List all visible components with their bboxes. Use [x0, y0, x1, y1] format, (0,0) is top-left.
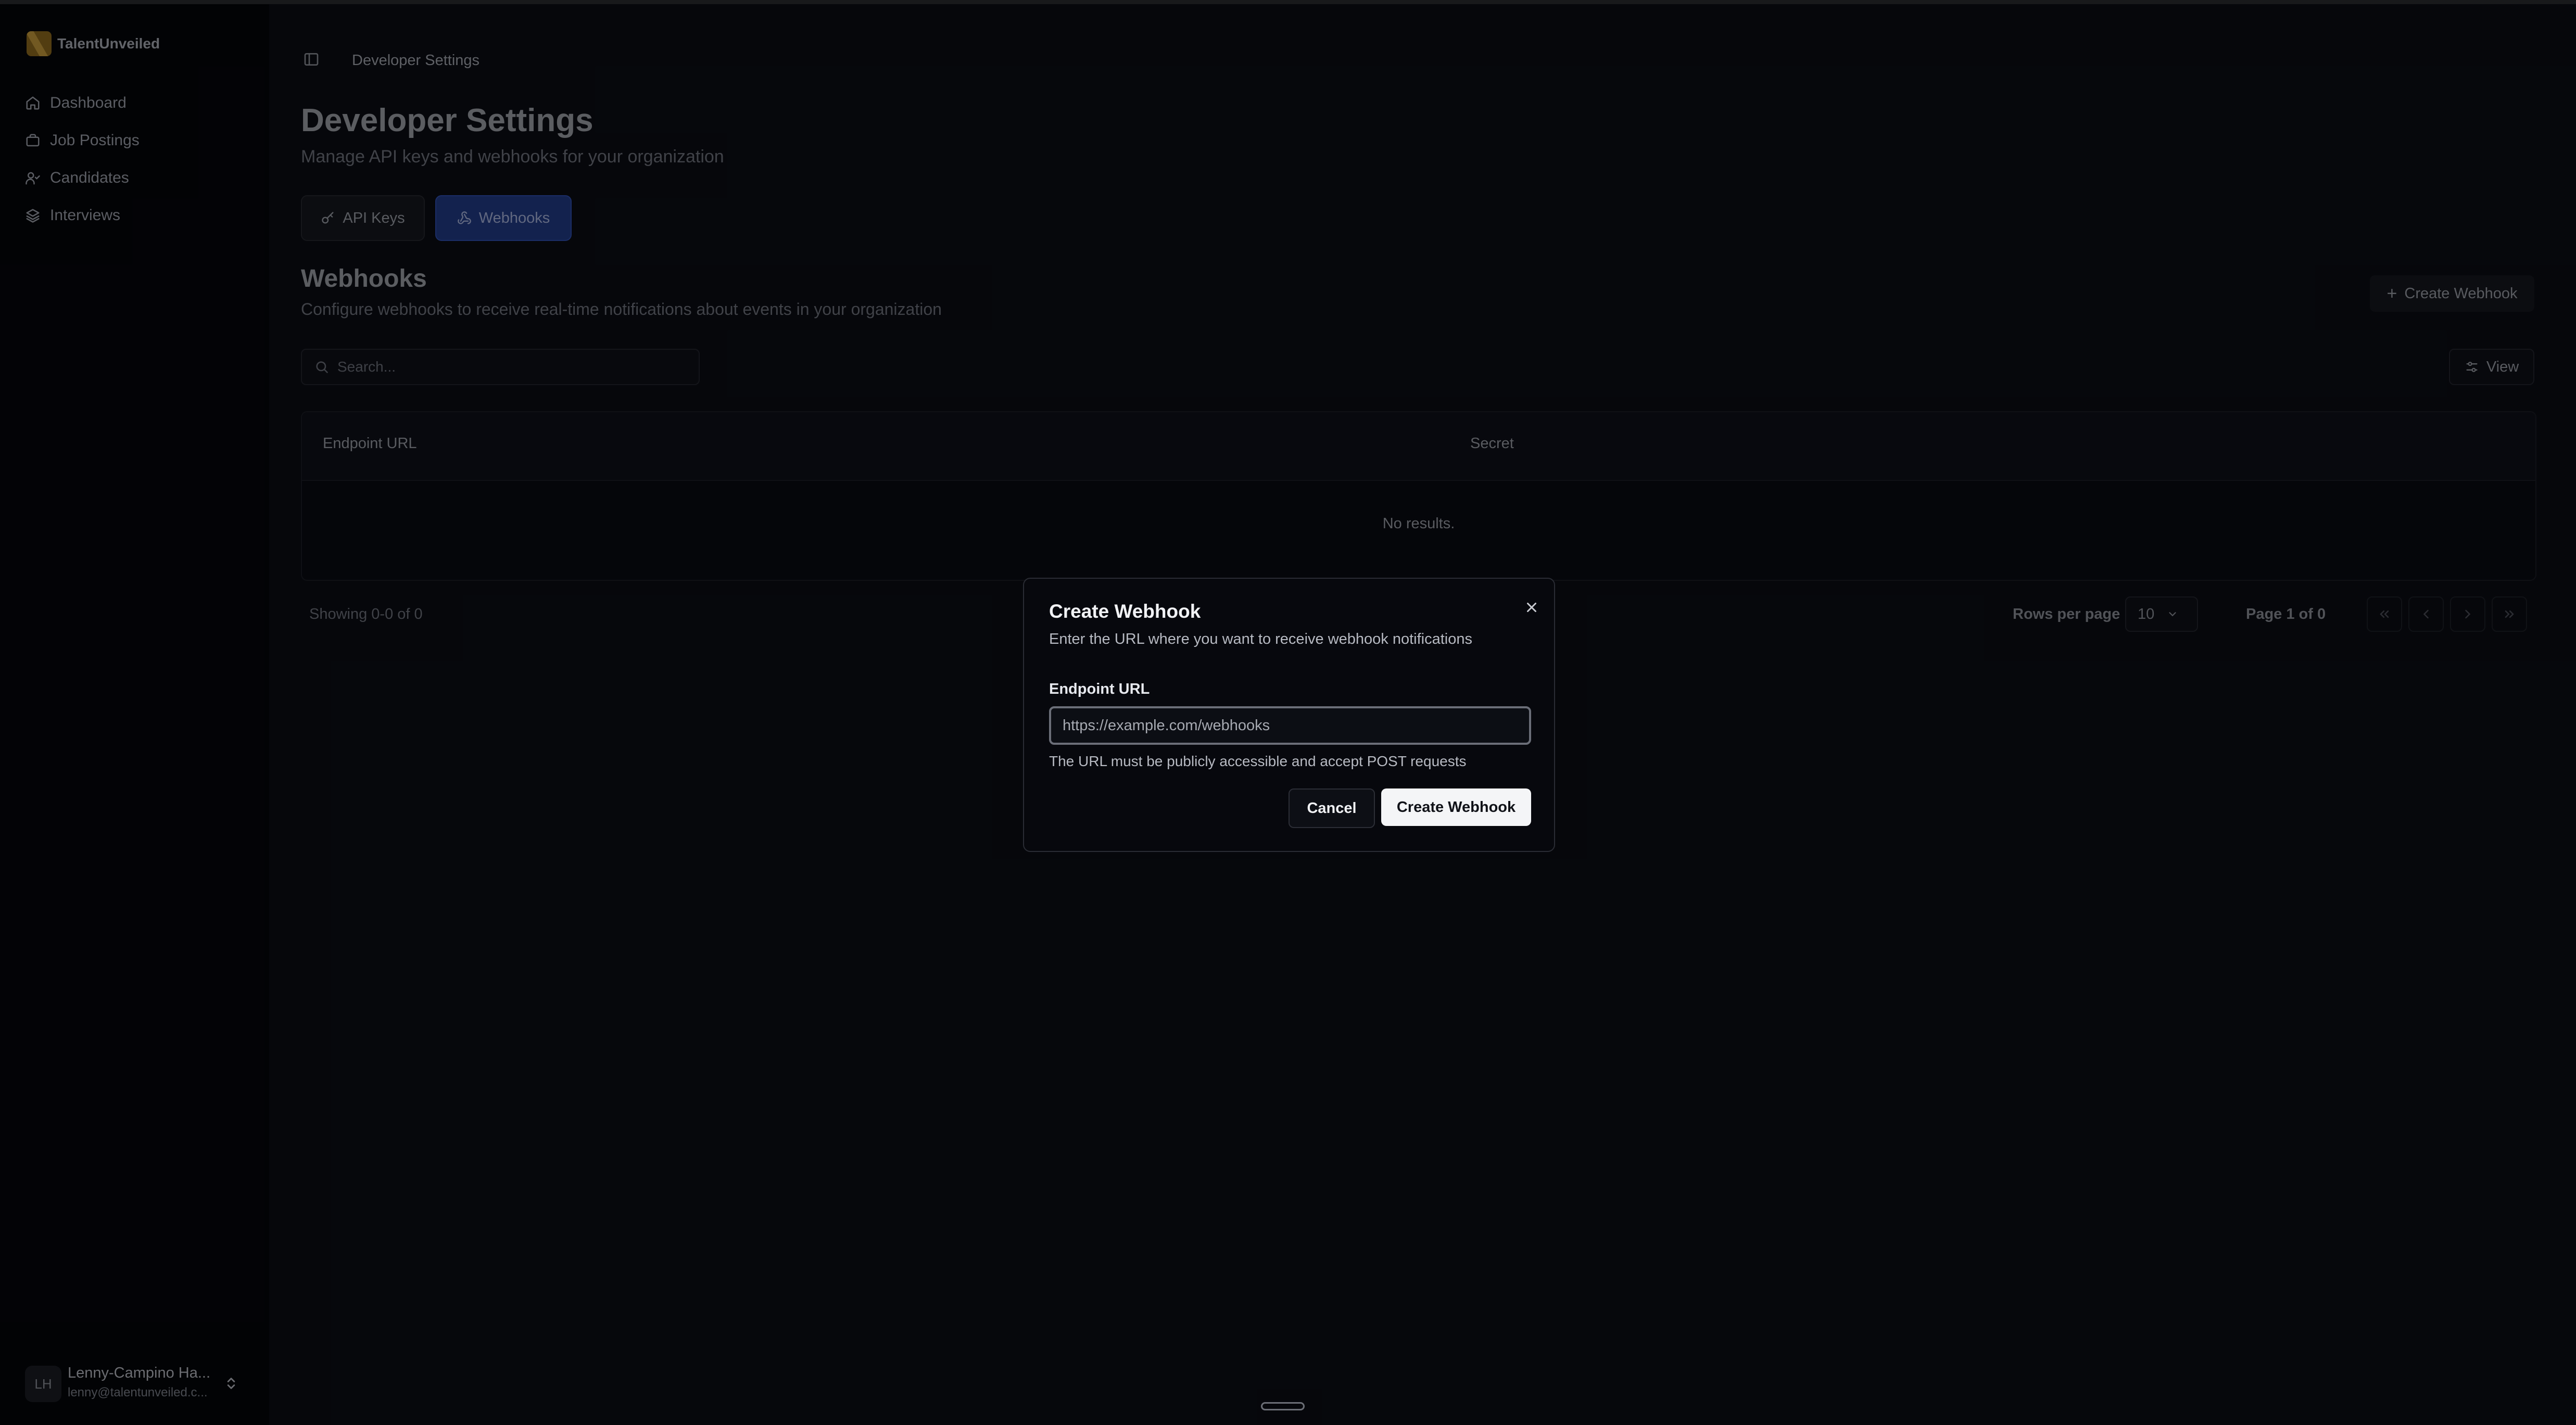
create-webhook-dialog: Create Webhook Enter the URL where you w… — [1023, 578, 1555, 852]
create-webhook-submit-button[interactable]: Create Webhook — [1381, 788, 1531, 826]
endpoint-url-help: The URL must be publicly accessible and … — [1049, 753, 1467, 769]
endpoint-url-label: Endpoint URL — [1049, 681, 1150, 697]
dialog-description: Enter the URL where you want to receive … — [1049, 631, 1472, 647]
endpoint-url-input[interactable] — [1049, 706, 1531, 745]
cancel-button[interactable]: Cancel — [1289, 788, 1375, 828]
close-icon[interactable] — [1524, 600, 1539, 615]
home-indicator — [1261, 1402, 1305, 1410]
dialog-title: Create Webhook — [1049, 601, 1201, 622]
